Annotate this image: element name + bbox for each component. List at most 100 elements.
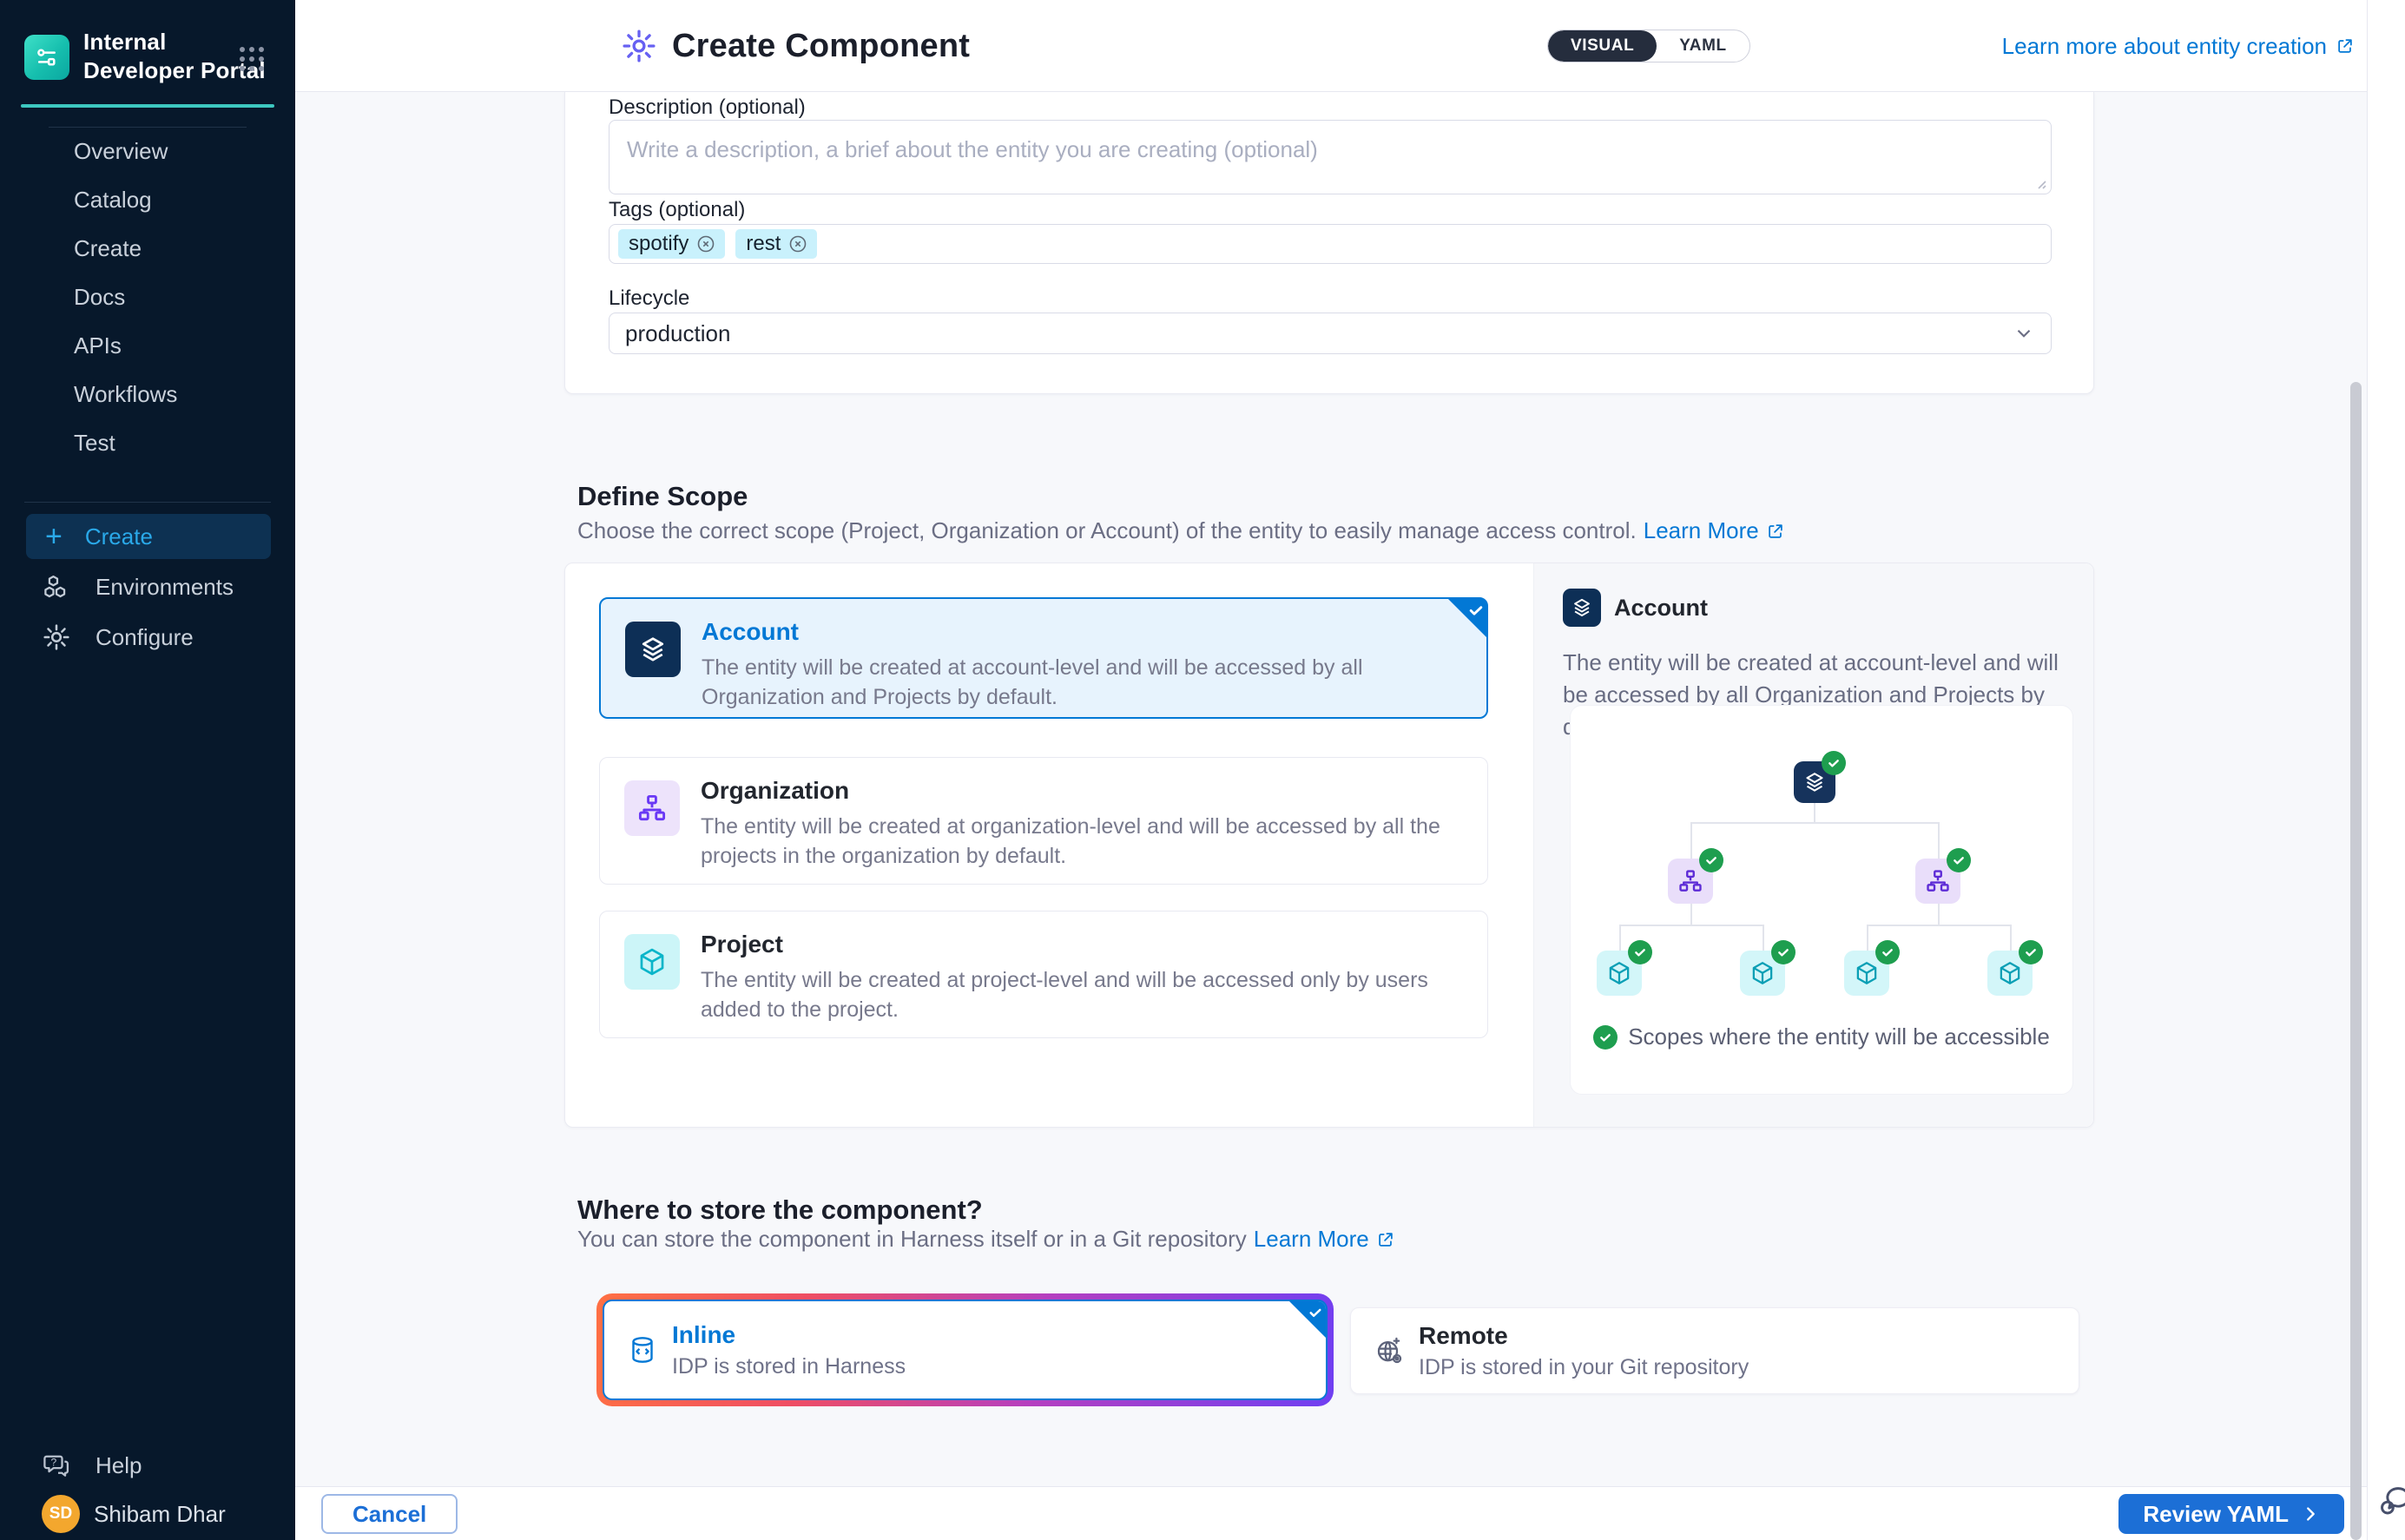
sidebar-create-button[interactable]: + Create bbox=[26, 514, 271, 559]
svg-text:?: ? bbox=[50, 1457, 56, 1469]
lifecycle-value: production bbox=[625, 320, 2013, 347]
diagram-caption: Scopes where the entity will be accessib… bbox=[1571, 1023, 2072, 1050]
tag-remove-icon[interactable] bbox=[787, 234, 808, 254]
sidebar-divider-2 bbox=[24, 502, 271, 503]
scope-option-desc: The entity will be created at project-le… bbox=[701, 965, 1447, 1024]
tags-input[interactable]: spotify rest bbox=[609, 224, 2052, 264]
selected-check-badge bbox=[1289, 1301, 1326, 1338]
tab-visual[interactable]: VISUAL bbox=[1548, 30, 1657, 62]
help-chat-icon: ? bbox=[42, 1451, 71, 1480]
check-badge-icon bbox=[1628, 940, 1652, 964]
tag-chip: spotify bbox=[618, 229, 725, 259]
main-content: Description (optional) Tags (optional) s… bbox=[295, 92, 2367, 1486]
sidebar-item-workflows[interactable]: Workflows bbox=[0, 370, 295, 418]
store-title: Where to store the component? bbox=[577, 1194, 983, 1226]
diagram-project-node bbox=[1987, 951, 2033, 996]
scope-detail-panel: Account The entity will be created at ac… bbox=[1533, 563, 2093, 1127]
page-header: Create Component VISUAL YAML Learn more … bbox=[295, 0, 2367, 92]
external-link-icon bbox=[1376, 1230, 1395, 1249]
tags-label: Tags (optional) bbox=[609, 198, 745, 222]
store-option-title: Remote bbox=[1419, 1322, 1749, 1350]
cancel-button[interactable]: Cancel bbox=[321, 1494, 458, 1534]
store-option-inline[interactable]: Inline IDP is stored in Harness bbox=[603, 1300, 1328, 1400]
diagram-project-node bbox=[1597, 951, 1642, 996]
diagram-project-node bbox=[1740, 951, 1785, 996]
vertical-scrollbar[interactable] bbox=[2350, 382, 2362, 1540]
check-badge-icon bbox=[1593, 1025, 1618, 1050]
define-scope-title: Define Scope bbox=[577, 481, 748, 512]
chevron-down-icon bbox=[2013, 322, 2035, 345]
sidebar-nav: Overview Catalog Create Docs APIs Workfl… bbox=[0, 127, 295, 467]
description-label: Description (optional) bbox=[609, 95, 806, 120]
scope-option-desc: The entity will be created at account-le… bbox=[702, 653, 1448, 712]
user-name: Shibam Dhar bbox=[94, 1501, 226, 1528]
tag-remove-icon[interactable] bbox=[695, 234, 716, 254]
store-option-inline-highlight-ring: Inline IDP is stored in Harness bbox=[596, 1293, 1334, 1406]
sidebar-accent-divider bbox=[21, 104, 274, 108]
sidebar-item-environments[interactable]: Environments bbox=[26, 564, 271, 609]
tab-yaml[interactable]: YAML bbox=[1657, 30, 1749, 62]
avatar: SD bbox=[42, 1495, 80, 1533]
sidebar-item-docs[interactable]: Docs bbox=[0, 273, 295, 321]
sidebar-help-button[interactable]: ? Help bbox=[26, 1443, 271, 1488]
user-menu[interactable]: SD Shibam Dhar bbox=[42, 1495, 226, 1533]
chevron-right-icon bbox=[2301, 1504, 2320, 1524]
store-subtitle: You can store the component in Harness i… bbox=[577, 1226, 1395, 1253]
check-badge-icon bbox=[1771, 940, 1796, 964]
scope-option-account[interactable]: Account The entity will be created at ac… bbox=[599, 597, 1488, 719]
store-learn-more-link[interactable]: Learn More bbox=[1254, 1226, 1369, 1253]
app-switcher-icon[interactable] bbox=[236, 43, 267, 75]
harness-idp-logo-icon[interactable] bbox=[24, 35, 69, 80]
sidebar-item-apis[interactable]: APIs bbox=[0, 321, 295, 370]
plus-icon: + bbox=[45, 520, 63, 554]
scope-option-project[interactable]: Project The entity will be created at pr… bbox=[599, 911, 1488, 1038]
scope-learn-more-link[interactable]: Learn More bbox=[1644, 517, 1759, 544]
account-layers-icon bbox=[625, 622, 681, 677]
scope-option-title: Project bbox=[701, 931, 783, 958]
page-title: Create Component bbox=[672, 28, 970, 65]
remote-git-icon bbox=[1374, 1335, 1405, 1366]
resize-grip-icon[interactable] bbox=[2033, 176, 2047, 190]
right-rail bbox=[2367, 0, 2405, 1540]
sidebar-item-configure[interactable]: Configure bbox=[26, 615, 271, 660]
diagram-account-node bbox=[1794, 761, 1835, 803]
scope-detail-title: Account bbox=[1614, 595, 1708, 622]
sidebar-item-overview[interactable]: Overview bbox=[0, 127, 295, 175]
diagram-project-node bbox=[1844, 951, 1889, 996]
scope-option-title: Organization bbox=[701, 777, 849, 805]
project-cube-icon bbox=[624, 934, 680, 990]
sidebar: Internal Developer Portal Overview Catal… bbox=[0, 0, 295, 1540]
organization-icon bbox=[624, 780, 680, 836]
environments-icon bbox=[42, 572, 71, 602]
sidebar-item-catalog[interactable]: Catalog bbox=[0, 175, 295, 224]
sidebar-configure-label: Configure bbox=[96, 624, 194, 651]
learn-more-entity-creation-link[interactable]: Learn more about entity creation bbox=[2002, 0, 2355, 92]
diagram-org-node bbox=[1915, 859, 1960, 904]
description-input[interactable] bbox=[609, 120, 2052, 194]
scope-hierarchy-diagram: Scopes where the entity will be accessib… bbox=[1570, 705, 2073, 1095]
check-badge-icon bbox=[1699, 848, 1723, 872]
component-gear-icon bbox=[620, 27, 658, 65]
tag-chip: rest bbox=[735, 229, 817, 259]
check-badge-icon bbox=[2019, 940, 2043, 964]
review-yaml-button[interactable]: Review YAML bbox=[2118, 1494, 2344, 1534]
check-badge-icon bbox=[1947, 848, 1971, 872]
scope-option-desc: The entity will be created at organizati… bbox=[701, 812, 1447, 871]
lifecycle-select[interactable]: production bbox=[609, 313, 2052, 354]
external-link-icon bbox=[1766, 522, 1785, 541]
scope-option-organization[interactable]: Organization The entity will be created … bbox=[599, 757, 1488, 885]
sidebar-environments-label: Environments bbox=[96, 574, 234, 601]
sidebar-item-test[interactable]: Test bbox=[0, 418, 295, 467]
check-badge-icon bbox=[1822, 751, 1846, 775]
selected-check-badge bbox=[1447, 598, 1487, 638]
scope-selection-card: Account The entity will be created at ac… bbox=[564, 563, 2094, 1128]
account-layers-icon bbox=[1563, 589, 1601, 627]
define-scope-subtitle: Choose the correct scope (Project, Organ… bbox=[577, 517, 1785, 544]
sidebar-item-create[interactable]: Create bbox=[0, 224, 295, 273]
sidebar-create-label: Create bbox=[85, 523, 153, 550]
store-option-remote[interactable]: Remote IDP is stored in your Git reposit… bbox=[1350, 1307, 2079, 1394]
tag-label: rest bbox=[746, 232, 781, 256]
diagram-org-node bbox=[1668, 859, 1713, 904]
support-chat-icon[interactable] bbox=[2375, 1483, 2405, 1521]
lifecycle-label: Lifecycle bbox=[609, 286, 689, 311]
